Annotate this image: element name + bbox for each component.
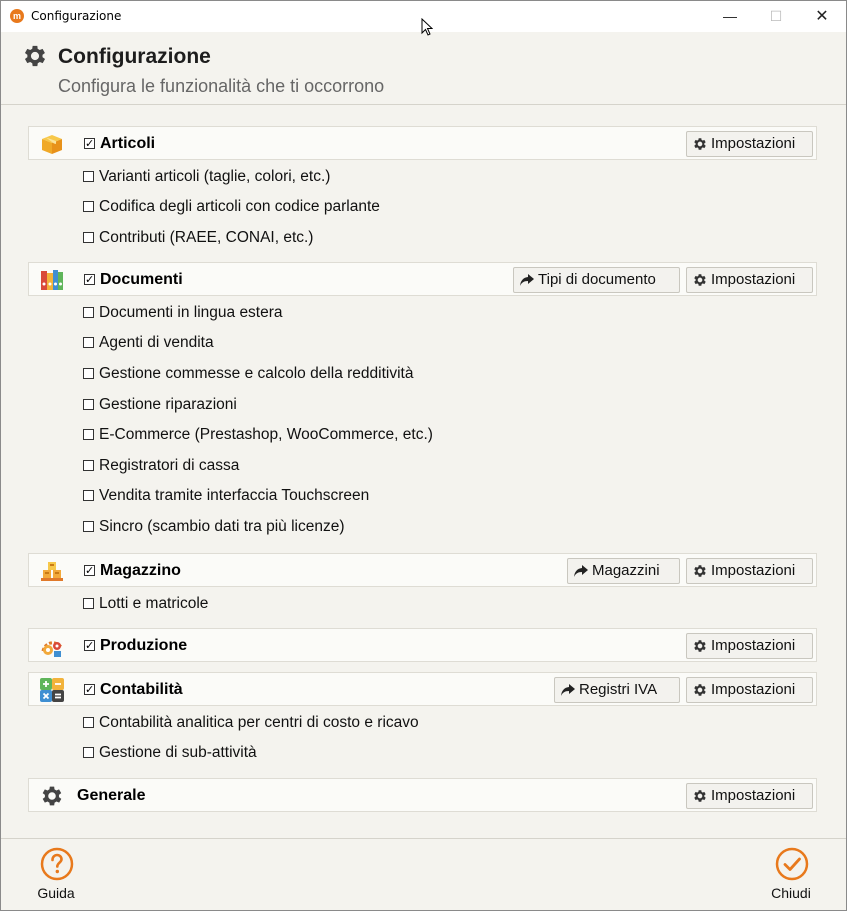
option-label: Registratori di cassa — [99, 457, 240, 474]
section-label-generale: Generale — [77, 787, 146, 804]
calculator-icon — [40, 678, 64, 702]
gear-icon — [694, 565, 706, 577]
window-title: Configurazione — [31, 9, 122, 23]
section-contabilita: ✓ Contabilità Registri IVA Impostazioni — [28, 672, 817, 706]
section-produzione: ✓ Produzione Impostazioni — [28, 628, 817, 662]
option-checkbox[interactable] — [83, 232, 94, 243]
option-checkbox[interactable] — [83, 490, 94, 501]
gear-icon — [694, 274, 706, 286]
share-arrow-icon — [561, 684, 575, 696]
option-checkbox[interactable] — [83, 368, 94, 379]
option-label: Agenti di vendita — [99, 334, 214, 351]
help-circle-icon — [40, 847, 74, 881]
button-label: Impostazioni — [711, 637, 796, 654]
documenti-checkbox[interactable]: ✓ — [84, 274, 95, 285]
guida-button[interactable]: Guida — [26, 847, 86, 903]
gear-icon — [694, 640, 706, 652]
option-label: Documenti in lingua estera — [99, 304, 283, 321]
app-logo-icon: m — [10, 9, 24, 23]
magazzino-checkbox[interactable]: ✓ — [84, 565, 95, 576]
articoli-checkbox[interactable]: ✓ — [84, 138, 95, 149]
button-label: Impostazioni — [711, 681, 796, 698]
section-articoli: ✓ Articoli Impostazioni — [28, 126, 817, 160]
option-label: Sincro (scambio dati tra più licenze) — [99, 518, 345, 535]
button-label: Impostazioni — [711, 271, 796, 288]
generale-impostazioni-button[interactable]: Impostazioni — [686, 783, 813, 809]
button-label: Impostazioni — [711, 562, 796, 579]
section-label-produzione: Produzione — [100, 637, 188, 654]
chiudi-button[interactable]: Chiudi — [761, 847, 821, 903]
option-label: Contabilità analitica per centri di cost… — [99, 714, 419, 731]
header-divider — [1, 104, 846, 105]
gear-icon — [694, 138, 706, 150]
button-label: Impostazioni — [711, 787, 796, 804]
tipi-documento-button[interactable]: Tipi di documento — [513, 267, 680, 293]
maximize-button[interactable]: ☐ — [753, 1, 799, 32]
guida-label: Guida — [37, 885, 75, 901]
share-arrow-icon — [574, 565, 588, 577]
title-bar: m Configurazione — ☐ ✕ — [1, 1, 846, 36]
gear-icon — [42, 786, 62, 806]
section-generale: Generale Impostazioni — [28, 778, 817, 812]
footer-divider — [1, 838, 846, 839]
option-label: Gestione riparazioni — [99, 396, 237, 413]
button-label: Impostazioni — [711, 135, 796, 152]
minimize-button[interactable]: — — [707, 1, 753, 32]
configuration-window: m Configurazione — ☐ ✕ Configurazione Co… — [0, 0, 847, 911]
warehouse-icon — [41, 562, 63, 581]
button-label: Tipi di documento — [538, 271, 656, 288]
option-label: Varianti articoli (taglie, colori, etc.) — [99, 168, 331, 185]
produzione-checkbox[interactable]: ✓ — [84, 640, 95, 651]
section-label-articoli: Articoli — [100, 135, 156, 152]
option-checkbox[interactable] — [83, 171, 94, 182]
documenti-impostazioni-button[interactable]: Impostazioni — [686, 267, 813, 293]
option-checkbox[interactable] — [83, 307, 94, 318]
box-icon — [42, 135, 62, 154]
production-icon — [41, 641, 63, 657]
magazzini-button[interactable]: Magazzini — [567, 558, 680, 584]
option-checkbox[interactable] — [83, 598, 94, 609]
gear-icon — [24, 45, 46, 67]
section-label-contabilita: Contabilità — [100, 681, 183, 698]
option-checkbox[interactable] — [83, 201, 94, 212]
option-checkbox[interactable] — [83, 521, 94, 532]
gear-icon — [694, 790, 706, 802]
option-label: Gestione di sub-attività — [99, 744, 257, 761]
option-label: Gestione commesse e calcolo della reddit… — [99, 365, 414, 382]
section-label-documenti: Documenti — [100, 271, 183, 288]
produzione-impostazioni-button[interactable]: Impostazioni — [686, 633, 813, 659]
mouse-cursor-icon — [421, 18, 433, 36]
gear-icon — [694, 684, 706, 696]
button-label: Registri IVA — [579, 681, 658, 698]
articoli-impostazioni-button[interactable]: Impostazioni — [686, 131, 813, 157]
option-label: Codifica degli articoli con codice parla… — [99, 198, 380, 215]
page-subtitle: Configura le funzionalità che ti occorro… — [58, 76, 385, 96]
binders-icon — [41, 270, 63, 290]
option-checkbox[interactable] — [83, 717, 94, 728]
contabilita-checkbox[interactable]: ✓ — [84, 684, 95, 695]
section-label-magazzino: Magazzino — [100, 562, 181, 579]
magazzino-impostazioni-button[interactable]: Impostazioni — [686, 558, 813, 584]
close-window-button[interactable]: ✕ — [799, 1, 845, 32]
share-arrow-icon — [520, 274, 534, 286]
chiudi-label: Chiudi — [771, 885, 811, 901]
option-label: Vendita tramite interfaccia Touchscreen — [99, 487, 370, 504]
page-title: Configurazione — [58, 45, 211, 68]
option-label: Contributi (RAEE, CONAI, etc.) — [99, 229, 314, 246]
option-checkbox[interactable] — [83, 747, 94, 758]
option-label: Lotti e matricole — [99, 595, 209, 612]
section-documenti: ✓ Documenti Tipi di documento Impostazio… — [28, 262, 817, 296]
option-checkbox[interactable] — [83, 399, 94, 410]
option-checkbox[interactable] — [83, 429, 94, 440]
option-label: E-Commerce (Prestashop, WooCommerce, etc… — [99, 426, 433, 443]
check-circle-icon — [775, 847, 809, 881]
option-checkbox[interactable] — [83, 337, 94, 348]
contabilita-impostazioni-button[interactable]: Impostazioni — [686, 677, 813, 703]
button-label: Magazzini — [592, 562, 660, 579]
option-checkbox[interactable] — [83, 460, 94, 471]
registri-iva-button[interactable]: Registri IVA — [554, 677, 680, 703]
section-magazzino: ✓ Magazzino Magazzini Impostazioni — [28, 553, 817, 587]
